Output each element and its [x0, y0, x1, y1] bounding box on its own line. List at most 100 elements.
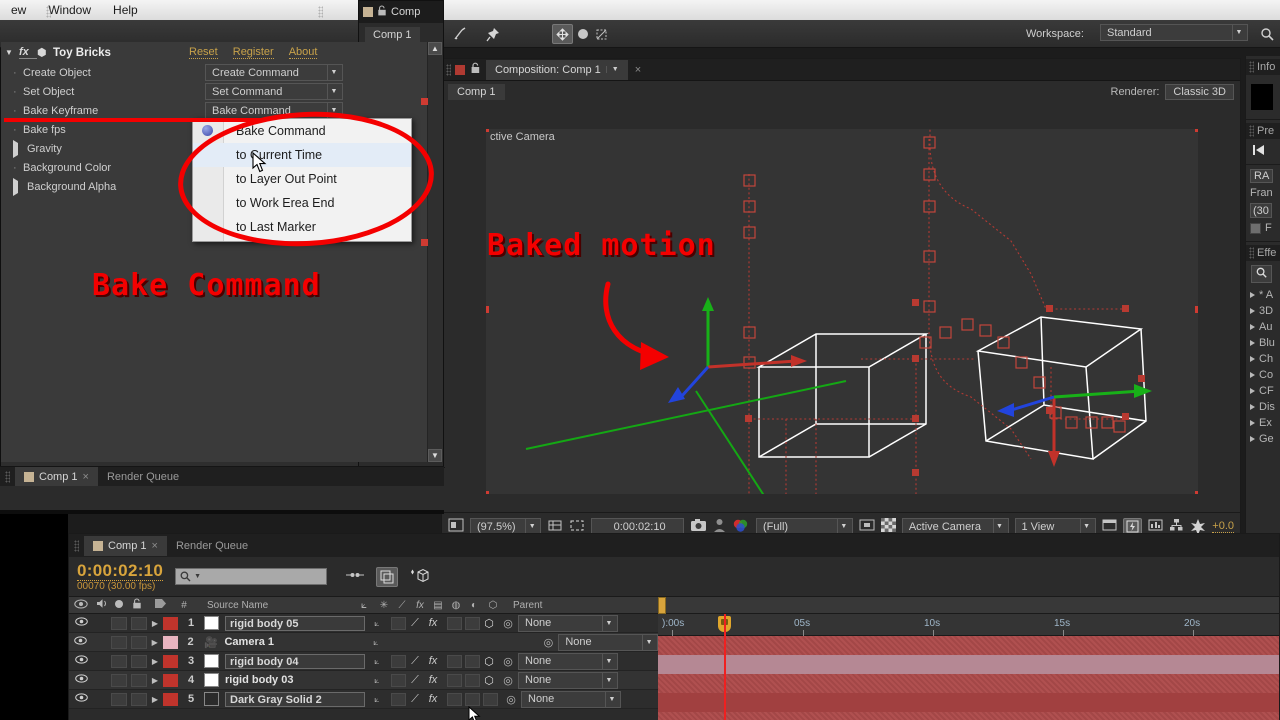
comp-handle[interactable] — [421, 98, 428, 105]
frame-blend-toggle[interactable] — [447, 654, 462, 668]
panel-header-info[interactable]: Info — [1246, 59, 1280, 75]
label-color[interactable] — [162, 635, 178, 649]
chevron-right-icon[interactable] — [13, 139, 18, 158]
expand-arrow[interactable]: ▶ — [147, 619, 163, 628]
lock-icon[interactable] — [377, 5, 387, 19]
label-color[interactable] — [163, 654, 178, 668]
three-d-toggle[interactable]: ⬡ — [480, 674, 498, 687]
motion-blur-toggle[interactable]: ⟋ — [406, 655, 424, 668]
menu-item-help[interactable]: Help — [102, 0, 149, 20]
effects-category[interactable]: Au — [1246, 319, 1280, 335]
solo-toggle[interactable] — [111, 616, 127, 630]
tab-comp1[interactable]: Comp 1 × — [84, 535, 167, 556]
chevron-down-icon[interactable]: ▼ — [605, 66, 619, 73]
parent-switch[interactable]: ⟀ — [365, 656, 389, 667]
parent-switch[interactable]: ⟀ — [365, 618, 389, 629]
current-time-display[interactable]: 0:00:02:10 — [77, 561, 164, 581]
composition-mini-flowchart-icon[interactable] — [345, 568, 365, 585]
lock-toggle[interactable] — [131, 692, 147, 706]
solo-toggle[interactable] — [111, 673, 127, 687]
scroll-down-arrow[interactable]: ▼ — [428, 449, 442, 462]
motion-blur-toggle[interactable]: ⟋ — [406, 674, 424, 687]
rotate-gizmo-icon[interactable] — [574, 24, 592, 44]
layer-bar[interactable] — [658, 712, 1279, 720]
scale-gizmo-icon[interactable] — [592, 24, 610, 44]
panel-grip[interactable] — [5, 470, 10, 483]
lock-icon[interactable] — [470, 62, 481, 77]
tab-label[interactable]: Comp — [391, 6, 420, 18]
effects-category[interactable]: Co — [1246, 367, 1280, 383]
workspace-select[interactable]: Standard ▼ — [1100, 24, 1248, 41]
layer-name[interactable]: Dark Gray Solid 2 — [225, 691, 365, 707]
parent-switch[interactable]: ⟀ — [365, 675, 389, 686]
exposure-value[interactable]: +0.0 — [1212, 520, 1234, 533]
effects-category[interactable]: 3D — [1246, 303, 1280, 319]
three-d-toggle[interactable]: ⬡ — [480, 617, 498, 630]
effects-search-button[interactable] — [1246, 261, 1280, 287]
eye-toggle[interactable] — [69, 693, 93, 705]
panel-grip[interactable] — [1249, 61, 1254, 73]
eye-toggle[interactable] — [69, 617, 93, 629]
close-icon[interactable]: × — [635, 64, 641, 76]
effect-name[interactable]: Toy Bricks — [53, 47, 189, 59]
close-icon[interactable]: × — [152, 540, 158, 552]
tab-render-queue[interactable]: Render Queue — [167, 536, 257, 556]
timeline-graph[interactable]: ):00s 05s 10s 15s 20s — [658, 597, 1279, 720]
parent-select[interactable]: None ▼ — [518, 652, 618, 670]
table-row[interactable]: ▶ 2 🎥 Camera 1 ⟀ ◎ None ▼ — [69, 633, 659, 652]
solo-toggle[interactable] — [111, 692, 127, 706]
breadcrumb[interactable]: Comp 1 — [365, 27, 420, 43]
expand-arrow[interactable]: ▶ — [147, 695, 163, 704]
comp-handle[interactable] — [421, 239, 428, 246]
first-frame-button[interactable] — [1246, 139, 1280, 162]
layer-name[interactable]: Camera 1 — [224, 636, 364, 648]
parent-switch[interactable]: ⟀ — [364, 637, 388, 648]
preview-framerate-field[interactable]: (30 — [1246, 201, 1280, 220]
effects-category[interactable]: Dis — [1246, 399, 1280, 415]
tab-comp1[interactable]: Comp 1 × — [15, 467, 98, 486]
set-object-select[interactable]: Set Command ▼ — [205, 83, 343, 100]
adjustment-toggle[interactable] — [465, 673, 480, 687]
table-row[interactable]: ▶ 1 rigid body 05 ⟀ ⟋ fx ⬡ ◎ None ▼ — [69, 614, 658, 633]
table-row[interactable]: ▶ 3 rigid body 04 ⟀ ⟋ fx ⬡ ◎ None ▼ — [69, 652, 658, 671]
motion-blur-toggle[interactable]: ⟋ — [406, 693, 424, 706]
eye-toggle[interactable] — [69, 674, 93, 686]
table-row[interactable]: ▶ 4 rigid body 03 ⟀ ⟋ fx ⬡ ◎ None ▼ — [69, 671, 658, 690]
effects-toggle[interactable]: fx — [424, 617, 442, 629]
parent-select[interactable]: None ▼ — [558, 633, 659, 651]
move-gizmo-icon[interactable] — [552, 24, 573, 44]
search-input[interactable]: ▼ — [175, 568, 328, 585]
effects-toggle[interactable]: fx — [424, 693, 442, 705]
eye-toggle[interactable] — [69, 636, 93, 648]
chevron-right-icon[interactable] — [13, 177, 18, 196]
parent-pick-whip[interactable]: ◎ — [498, 655, 518, 668]
layer-name[interactable]: rigid body 03 — [225, 674, 365, 686]
label-color[interactable] — [163, 673, 178, 687]
panel-header-preview[interactable]: Pre — [1246, 123, 1280, 139]
effects-category[interactable]: CF — [1246, 383, 1280, 399]
label-color[interactable] — [163, 616, 178, 630]
quality-toggle[interactable] — [391, 692, 406, 706]
parent-select[interactable]: None ▼ — [518, 671, 618, 689]
scroll-up-arrow[interactable]: ▲ — [428, 42, 442, 55]
effects-category[interactable]: * A — [1246, 287, 1280, 303]
effect-header[interactable]: ▼ fx ⬢ Toy Bricks Reset Register About — [1, 42, 443, 63]
lock-toggle[interactable] — [130, 635, 147, 649]
create-object-select[interactable]: Create Command ▼ — [205, 64, 343, 81]
expand-arrow[interactable]: ▶ — [147, 638, 163, 647]
effects-category[interactable]: Ch — [1246, 351, 1280, 367]
panel-grip[interactable] — [1249, 125, 1254, 137]
frame-blend-toggle[interactable] — [447, 692, 462, 706]
search-help-icon[interactable] — [1258, 24, 1276, 44]
three-d-toggle[interactable] — [483, 692, 498, 706]
frame-blend-toggle[interactable] — [447, 673, 462, 687]
playhead[interactable] — [724, 614, 726, 720]
table-row[interactable]: ▶ 5 Dark Gray Solid 2 ⟀ ⟋ fx ◎ None ▼ — [69, 690, 658, 709]
panel-header-effects[interactable]: Effe — [1246, 245, 1280, 261]
time-ruler[interactable]: ):00s 05s 10s 15s 20s — [658, 614, 1279, 636]
close-icon[interactable]: × — [83, 471, 89, 483]
label-color[interactable] — [163, 692, 178, 706]
motion-blur-toggle[interactable]: ⟋ — [406, 617, 424, 630]
composition-viewport[interactable]: ctive Camera — [486, 129, 1198, 494]
layer-bar[interactable] — [658, 655, 1279, 674]
